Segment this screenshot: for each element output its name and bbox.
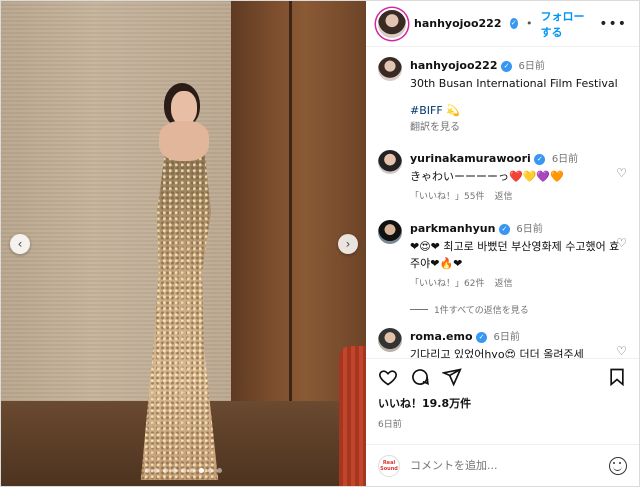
- comment-text: きゃわいーーーーっ❤️💛💜🧡: [410, 170, 564, 183]
- caption-time[interactable]: 6日前: [519, 61, 545, 72]
- carousel-dot: [154, 468, 159, 473]
- caption-text: 30th Busan International Film Festival: [410, 77, 618, 90]
- carousel-indicator: [1, 468, 366, 473]
- bookmark-icon[interactable]: [607, 367, 627, 387]
- carousel-next-button[interactable]: ›: [338, 234, 358, 254]
- comment-likes[interactable]: 「いいね！」55件: [410, 189, 484, 206]
- heart-icon[interactable]: ♡: [616, 236, 627, 250]
- verified-badge-icon: ✓: [501, 60, 512, 72]
- header-username[interactable]: hanhyojoo222: [414, 17, 502, 30]
- real-sound-logo: Real Sound: [378, 454, 400, 477]
- carousel-dot: [181, 468, 186, 473]
- comment-text: 기다리고 있었어hyo😍 더더 올려주세: [410, 348, 584, 358]
- caption-username[interactable]: hanhyojoo222: [410, 59, 498, 72]
- carousel-dot: [190, 468, 195, 473]
- post-header: hanhyojoo222 ✓ • フォローする •••: [366, 1, 639, 47]
- post-side-panel: hanhyojoo222 ✓ • フォローする ••• hanhyojoo222…: [366, 1, 639, 486]
- translate-link[interactable]: 翻訳を見る: [410, 119, 627, 136]
- comment-icon[interactable]: [410, 367, 430, 387]
- verified-badge-icon: ✓: [534, 153, 546, 165]
- comment-time[interactable]: 6日前: [494, 332, 520, 343]
- avatar[interactable]: [378, 328, 402, 352]
- comment-username[interactable]: yurinakamurawoori: [410, 152, 531, 165]
- post-photo[interactable]: ‹ ›: [1, 1, 366, 486]
- woman-in-gown: [119, 83, 229, 483]
- caption: hanhyojoo222 ✓ 6日前 30th Busan Internatio…: [378, 57, 627, 136]
- post-date[interactable]: 6日前: [378, 417, 627, 430]
- avatar[interactable]: [378, 9, 406, 38]
- post-modal: ‹ › hanhyojoo222 ✓ • フォローする ••• hanhyojo…: [0, 0, 640, 487]
- carousel-dot: [199, 468, 204, 473]
- follow-button[interactable]: フォローする: [540, 8, 591, 40]
- view-replies-button[interactable]: 1件すべての返信を見る: [410, 303, 627, 316]
- heart-icon[interactable]: ♡: [616, 344, 627, 358]
- hashtag-link[interactable]: #BIFF 💫: [410, 102, 627, 119]
- separator-dot: •: [525, 17, 533, 30]
- avatar[interactable]: [378, 150, 402, 174]
- comment-item: roma.emo ✓ 6日前 기다리고 있었어hyo😍 더더 올려주세 ♡: [378, 328, 627, 358]
- add-comment-bar: Real Sound: [366, 444, 639, 486]
- reply-button[interactable]: 返信: [494, 189, 512, 206]
- heart-icon[interactable]: ♡: [616, 166, 627, 180]
- likes-count[interactable]: いいね！19.8万件: [378, 395, 627, 411]
- carousel-prev-button[interactable]: ‹: [10, 234, 30, 254]
- comment-username[interactable]: parkmanhyun: [410, 222, 495, 235]
- chair: [339, 346, 366, 486]
- post-actions: いいね！19.8万件 6日前: [366, 358, 639, 444]
- comment-input[interactable]: [410, 459, 599, 472]
- avatar[interactable]: [378, 57, 402, 81]
- carousel-dot: [217, 468, 222, 473]
- view-replies-label: 1件すべての返信を見る: [434, 306, 529, 316]
- carousel-dot: [145, 468, 150, 473]
- comment-item: yurinakamurawoori ✓ 6日前 きゃわいーーーーっ❤️💛💜🧡 「…: [378, 150, 627, 206]
- reply-button[interactable]: 返信: [494, 276, 512, 293]
- comment-time[interactable]: 6日前: [516, 224, 542, 235]
- verified-badge-icon: ✓: [476, 331, 488, 343]
- verified-badge-icon: ✓: [509, 18, 518, 29]
- comments-list[interactable]: hanhyojoo222 ✓ 6日前 30th Busan Internatio…: [366, 47, 639, 358]
- avatar[interactable]: [378, 220, 402, 244]
- carousel-dot: [172, 468, 177, 473]
- more-horizontal-icon[interactable]: •••: [599, 16, 627, 32]
- emoji-icon[interactable]: [609, 456, 627, 475]
- comment-text: ❤😍❤ 최고로 바뻤던 부산영화제 수고했어 효주야❤🔥❤: [410, 240, 620, 270]
- heart-icon[interactable]: [378, 367, 398, 387]
- verified-badge-icon: ✓: [498, 223, 510, 235]
- carousel-dot: [208, 468, 213, 473]
- share-icon[interactable]: [442, 367, 462, 387]
- comment-username[interactable]: roma.emo: [410, 330, 473, 343]
- carousel-dot: [163, 468, 168, 473]
- comment-item: parkmanhyun ✓ 6日前 ❤😍❤ 최고로 바뻤던 부산영화제 수고했어…: [378, 220, 627, 293]
- comment-time[interactable]: 6日前: [552, 154, 578, 165]
- comment-likes[interactable]: 「いいね！」62件: [410, 276, 484, 293]
